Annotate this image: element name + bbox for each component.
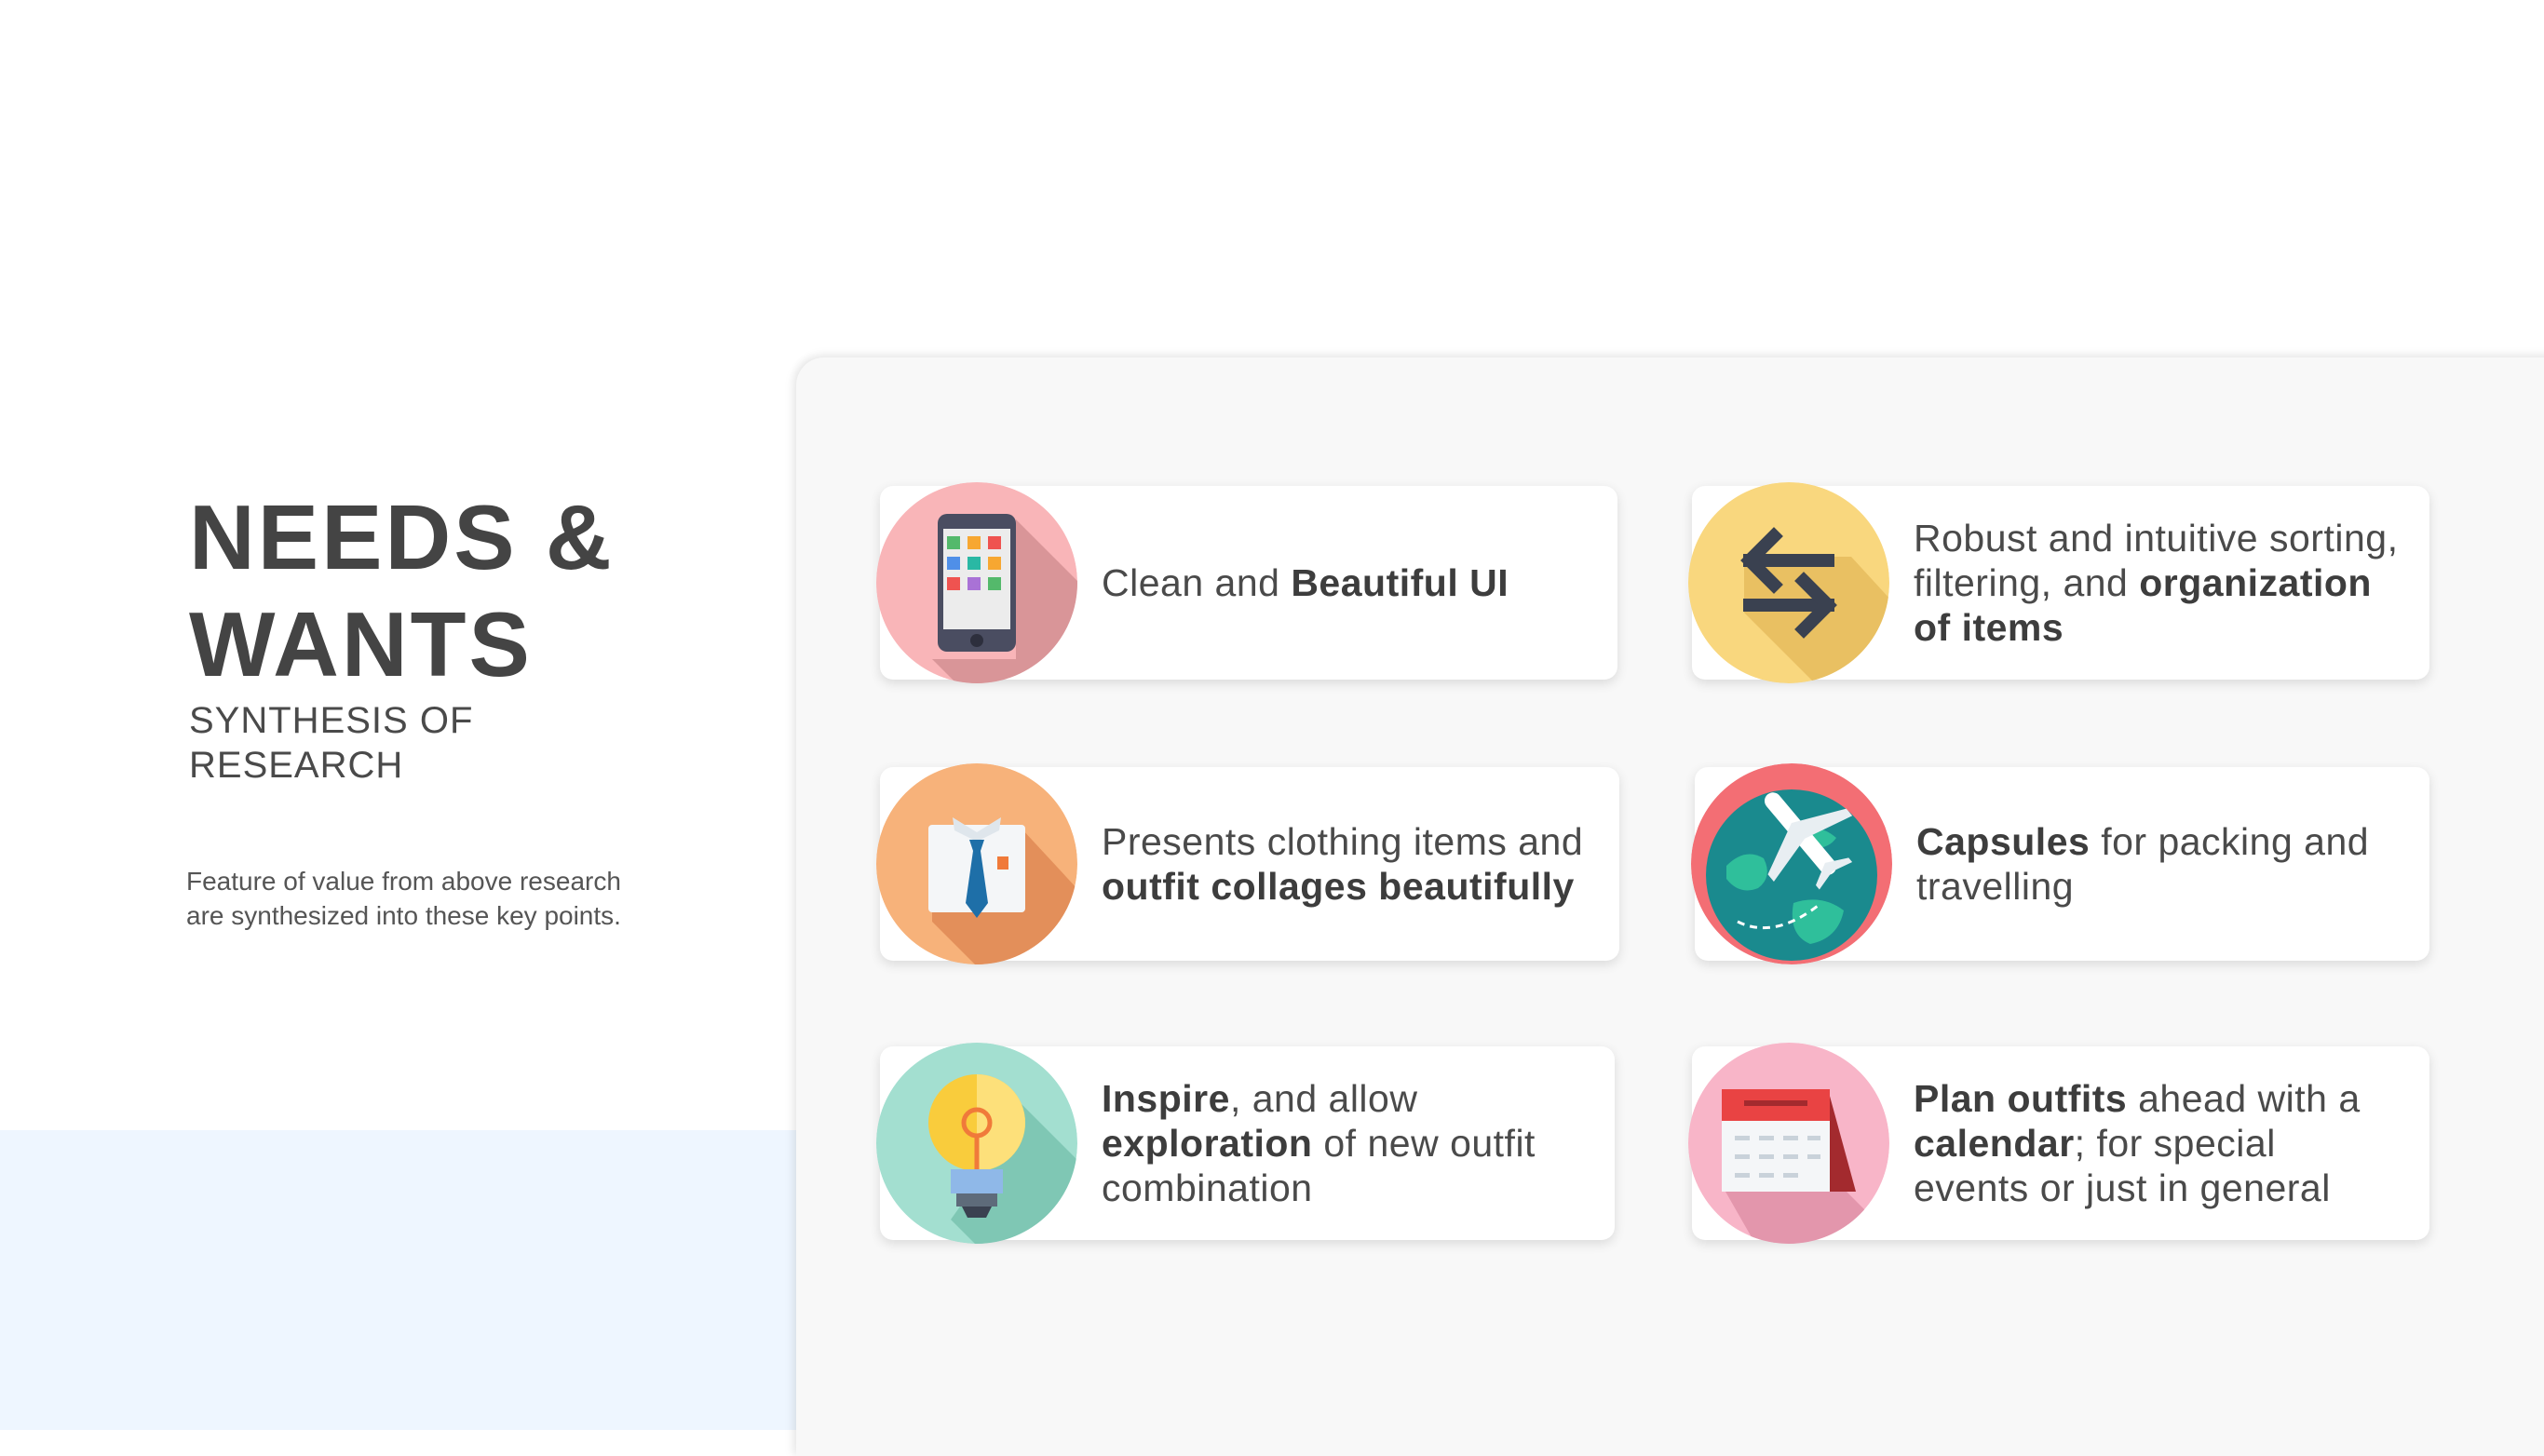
- calendar-icon: [1688, 1043, 1889, 1244]
- description: Feature of value from above research are…: [186, 864, 708, 933]
- background-band: [0, 1130, 801, 1430]
- description-line-1: Feature of value from above research: [186, 867, 621, 896]
- feature-text: Presents clothing items and outfit colla…: [1102, 767, 1591, 961]
- feature-text-regular: ahead with a: [2127, 1077, 2361, 1120]
- globe-plane-icon: [1691, 763, 1892, 964]
- title-line-1: NEEDS &: [189, 486, 615, 588]
- title-line-2: WANTS: [189, 593, 533, 695]
- lightbulb-icon: [876, 1043, 1077, 1244]
- feature-text-content: Inspire, and allow exploration of new ou…: [1102, 1076, 1587, 1210]
- feature-text-content: Plan outfits ahead with a calendar; for …: [1914, 1076, 2402, 1210]
- feature-card-clean-ui: Clean and Beautiful UI: [876, 482, 1617, 683]
- feature-text-content: Robust and intuitive sorting, filtering,…: [1914, 516, 2402, 650]
- subtitle-line-2: RESEARCH: [189, 745, 404, 786]
- subtitle-line-1: SYNTHESIS OF: [189, 700, 474, 741]
- feature-text-content: Presents clothing items and outfit colla…: [1102, 819, 1591, 909]
- feature-text-bold: Inspire: [1102, 1077, 1230, 1120]
- feature-text-regular: Clean and: [1102, 561, 1292, 604]
- feature-text-bold: outfit collages beautifully: [1102, 865, 1575, 908]
- feature-card-calendar: Plan outfits ahead with a calendar; for …: [1688, 1043, 2429, 1244]
- feature-text-bold: exploration: [1102, 1122, 1313, 1165]
- feature-card-sorting: Robust and intuitive sorting, filtering,…: [1688, 482, 2429, 683]
- feature-text-bold: calendar: [1914, 1122, 2075, 1165]
- swap-arrows-icon: [1688, 482, 1889, 683]
- feature-card-inspire: Inspire, and allow exploration of new ou…: [876, 1043, 1615, 1244]
- feature-text-bold: Capsules: [1916, 820, 2091, 863]
- feature-text: Robust and intuitive sorting, filtering,…: [1914, 486, 2402, 680]
- description-line-2: are synthesized into these key points.: [186, 901, 621, 930]
- smartphone-icon: [876, 482, 1077, 683]
- feature-text: Capsules for packing and travelling: [1916, 767, 2402, 961]
- feature-text-content: Clean and Beautiful UI: [1102, 560, 1509, 605]
- feature-text-bold: Beautiful UI: [1291, 561, 1509, 604]
- shirt-tie-icon: [876, 763, 1077, 964]
- feature-text: Clean and Beautiful UI: [1102, 486, 1590, 680]
- feature-text-regular: Presents clothing items and: [1102, 820, 1584, 863]
- feature-text-regular: , and allow: [1229, 1077, 1418, 1120]
- feature-card-clothing: Presents clothing items and outfit colla…: [876, 763, 1619, 964]
- feature-text: Plan outfits ahead with a calendar; for …: [1914, 1046, 2402, 1240]
- page-subtitle: SYNTHESIS OF RESEARCH: [189, 698, 473, 788]
- feature-text: Inspire, and allow exploration of new ou…: [1102, 1046, 1587, 1240]
- page-title: NEEDS & WANTS: [189, 484, 615, 698]
- feature-text-bold: Plan outfits: [1914, 1077, 2128, 1120]
- feature-card-capsules: Capsules for packing and travelling: [1691, 763, 2429, 964]
- feature-text-content: Capsules for packing and travelling: [1916, 819, 2402, 909]
